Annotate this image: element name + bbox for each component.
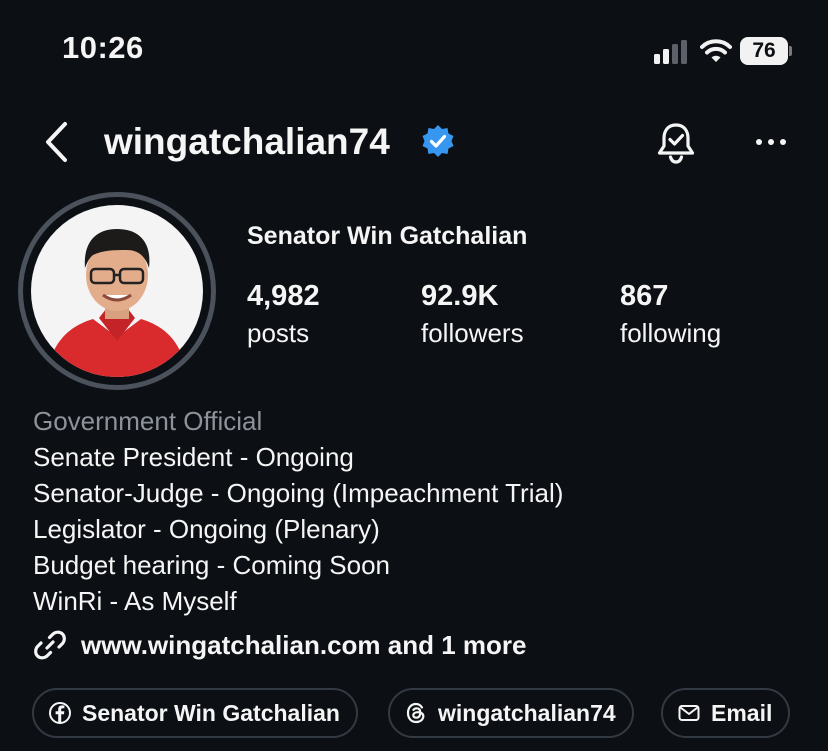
- battery-cap: [789, 46, 792, 56]
- status-time: 10:26: [62, 30, 144, 65]
- verified-badge-icon: [422, 125, 454, 157]
- stat-posts-label: posts: [247, 318, 310, 348]
- notification-bell-icon: [657, 123, 695, 164]
- status-bar: 10:26 76: [0, 0, 828, 100]
- email-chip-button[interactable]: Email: [661, 688, 791, 738]
- threads-chip-button[interactable]: wingatchalian74: [388, 688, 634, 738]
- more-options-icon[interactable]: [748, 124, 794, 160]
- stat-followers-value: 92.9K: [421, 280, 499, 312]
- back-button[interactable]: [36, 118, 76, 166]
- stat-followers-label: followers: [421, 318, 524, 348]
- more-dot: [768, 139, 774, 145]
- profile-username: wingatchalian74: [104, 121, 390, 162]
- profile-category: Government Official: [33, 406, 263, 436]
- bio-line: Senate President - Ongoing: [33, 442, 354, 472]
- email-chip-label: Email: [711, 699, 773, 726]
- facebook-chip-label: Senator Win Gatchalian: [82, 699, 340, 726]
- bio-line: Senator-Judge - Ongoing (Impeachment Tri…: [33, 478, 564, 508]
- bio-line: Budget hearing - Coming Soon: [33, 550, 391, 580]
- profile-photo: [31, 205, 203, 377]
- notifications-button[interactable]: [652, 118, 700, 166]
- profile-bio: Government Official Senate President - O…: [33, 403, 563, 619]
- stat-posts-value: 4,982: [247, 280, 320, 312]
- facebook-icon: [49, 702, 71, 724]
- avatar[interactable]: [31, 205, 203, 377]
- wifi-icon: [700, 39, 732, 62]
- back-chevron-icon: [46, 122, 67, 162]
- cellular-signal-icon: [654, 40, 687, 64]
- stat-followers[interactable]: 92.9K followers: [421, 278, 524, 350]
- battery-icon: 76: [740, 37, 792, 65]
- stat-following[interactable]: 867 following: [620, 278, 721, 350]
- link-icon: [34, 630, 66, 660]
- profile-link[interactable]: www.wingatchalian.com and 1 more: [33, 625, 526, 665]
- stat-following-value: 867: [620, 280, 669, 312]
- stat-posts[interactable]: 4,982 posts: [247, 278, 320, 350]
- threads-icon: [406, 702, 425, 724]
- facebook-chip-button[interactable]: Senator Win Gatchalian: [32, 688, 358, 738]
- mail-icon: [678, 705, 700, 721]
- bio-line: WinRi - As Myself: [33, 586, 237, 616]
- bio-line: Legislator - Ongoing (Plenary): [33, 514, 380, 544]
- battery-level: 76: [752, 39, 776, 62]
- profile-header: wingatchalian74: [0, 110, 828, 174]
- stat-following-label: following: [620, 318, 722, 348]
- profile-link-text: www.wingatchalian.com and 1 more: [81, 629, 527, 660]
- more-dot: [756, 139, 762, 145]
- more-dot: [780, 139, 786, 145]
- threads-chip-label: wingatchalian74: [438, 699, 616, 726]
- profile-display-name: Senator Win Gatchalian: [247, 222, 528, 250]
